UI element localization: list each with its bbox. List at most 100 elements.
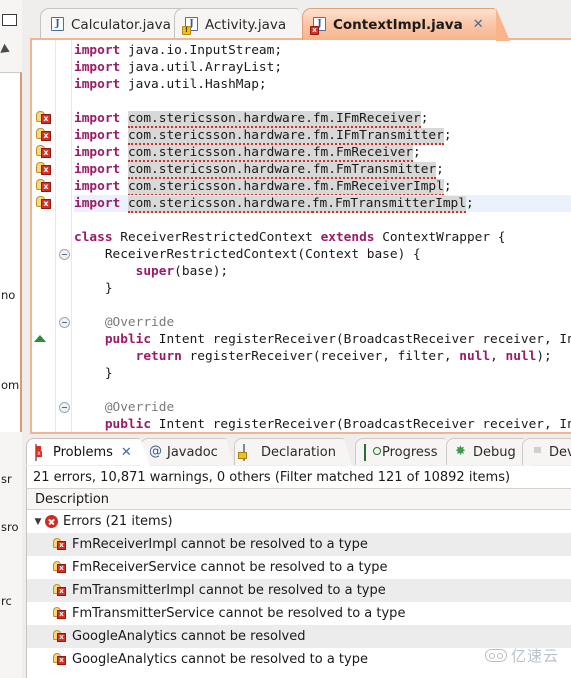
problem-row[interactable]: x FmTransmitterService cannot be resolved… (27, 602, 571, 625)
code-line: class ReceiverRestrictedContext extends … (74, 229, 571, 246)
code-line: import java.util.ArrayList; (74, 59, 571, 76)
code-token: java.util.HashMap; (127, 77, 267, 92)
explorer-lower-sliver (0, 432, 22, 678)
code-token: ; (465, 196, 474, 211)
editor-tab-label: Activity.java (205, 16, 287, 33)
quickfix-error-marker-icon[interactable]: x (36, 128, 51, 142)
code-token: import (74, 77, 128, 92)
code-token: import (74, 162, 128, 177)
quickfix-error-marker-icon[interactable]: x (36, 179, 51, 193)
code-line: @Override (74, 314, 571, 331)
problems-view: Problems ✕ @ Javadoc Declaration Progres… (22, 434, 571, 678)
code-token: java.util.ArrayList; (127, 60, 283, 75)
quickfix-error-marker-icon[interactable]: x (36, 196, 51, 210)
close-icon[interactable]: ✕ (473, 18, 484, 31)
code-token: null (459, 349, 491, 364)
code-token: ReceiverRestrictedContext (120, 230, 321, 245)
problem-row[interactable]: x FmTransmitterImpl cannot be resolved to… (27, 579, 571, 602)
code-token: fm.FmTransmitterImpl (311, 196, 466, 213)
problem-description: GoogleAnalytics cannot be resolved to a … (72, 652, 368, 667)
package-explorer-sliver[interactable]: no om sr sro rc (0, 0, 22, 678)
code-token: return (135, 349, 190, 364)
code-token: ); (536, 349, 552, 364)
problem-description: FmTransmitterService cannot be resolved … (72, 606, 406, 621)
code-line: import com.stericsson.hardware.fm.FmRece… (74, 144, 571, 162)
quickfix-error-marker-icon[interactable]: x (36, 162, 51, 176)
code-line: } (74, 280, 571, 297)
folding-gutter[interactable] (56, 40, 72, 432)
code-token: public (104, 417, 159, 432)
error-marker-icon: x (53, 653, 67, 666)
problem-description: FmReceiverImpl cannot be resolved to a t… (72, 537, 368, 552)
column-header-description[interactable]: Description (26, 488, 571, 510)
code-token: com.stericsson.hardware.fm.IFmTransmitte… (127, 128, 444, 145)
editor-tab-label: ContextImpl.java (333, 16, 463, 33)
code-token: public (104, 332, 159, 347)
error-icon (45, 515, 58, 528)
editor-tab-contextimpl[interactable]: x ContextImpl.java ✕ (302, 8, 510, 41)
view-tab-label: Javadoc (167, 444, 218, 460)
restore-view-icon[interactable] (0, 43, 12, 57)
editor-area: Calculator.java ! Activity.java x Contex… (22, 0, 571, 434)
problem-description: FmReceiverService cannot be resolved to … (72, 560, 388, 575)
quickfix-error-marker-icon[interactable]: x (36, 111, 51, 125)
code-editor-panel[interactable]: xxxxxx import java.io.InputStream; import… (30, 38, 571, 434)
code-token: extends (320, 230, 383, 245)
view-tab-label: Progress (382, 444, 438, 460)
code-line: public Intent registerReceiver(Broadcast… (74, 416, 571, 432)
code-token: } (74, 281, 113, 296)
fold-collapse-icon[interactable] (59, 402, 70, 413)
code-token: import (74, 128, 128, 143)
code-line: super(base); (74, 263, 571, 280)
code-line: import com.stericsson.hardware.fm.FmTran… (74, 195, 571, 213)
fold-collapse-icon[interactable] (59, 249, 70, 260)
error-marker-icon: x (53, 584, 67, 597)
error-marker-icon: x (53, 561, 67, 574)
chevron-down-icon[interactable]: ▼ (31, 517, 45, 527)
tab-declaration[interactable]: Declaration (234, 438, 352, 466)
tab-javadoc[interactable]: @ Javadoc (140, 438, 234, 466)
quickfix-error-marker-icon[interactable]: x (36, 145, 51, 159)
java-file-icon (51, 17, 65, 32)
code-token: ; (436, 162, 444, 177)
code-token: ; (443, 179, 452, 194)
problem-description: FmTransmitterImpl cannot be resolved to … (72, 583, 386, 598)
implements-override-icon (34, 335, 46, 342)
close-icon[interactable]: ✕ (121, 446, 132, 459)
tab-problems[interactable]: Problems ✕ (26, 438, 150, 466)
editor-tab-activity[interactable]: ! Activity.java (174, 8, 308, 41)
editor-tab-calculator[interactable]: Calculator.java (40, 8, 192, 41)
view-tab-bar: Problems ✕ @ Javadoc Declaration Progres… (22, 438, 571, 466)
code-line: import com.stericsson.hardware.fm.FmTran… (74, 161, 571, 179)
code-token: import (74, 179, 128, 194)
fold-collapse-icon[interactable] (59, 317, 70, 328)
code-token: java.io.InputStream; (127, 43, 283, 58)
code-token: com.stericsson.hardware. (127, 196, 313, 213)
problem-row[interactable]: x FmReceiverImpl cannot be resolved to a … (27, 533, 571, 556)
tab-devices[interactable]: Devices (522, 438, 571, 465)
tab-progress[interactable]: Progress (355, 438, 455, 466)
code-line: import java.util.HashMap; (74, 76, 571, 93)
editor-tab-label: Calculator.java (71, 16, 171, 33)
tab-debug[interactable]: ✸ Debug (446, 438, 532, 466)
code-token: import (74, 196, 128, 211)
device-icon (531, 445, 545, 459)
code-token: import (74, 60, 128, 75)
marker-gutter[interactable] (32, 40, 56, 432)
problem-row[interactable]: x FmReceiverService cannot be resolved to… (27, 556, 571, 579)
code-line: @Override (74, 399, 571, 416)
view-tab-label: Debug (473, 444, 516, 460)
problems-group-row[interactable]: ▼ Errors (21 items) (27, 510, 571, 533)
minimize-view-icon[interactable] (2, 14, 17, 26)
eclipse-ide-window: no om sr sro rc Calculator.java ! Activity.j… (0, 0, 571, 678)
explorer-text-fragment: no (1, 288, 16, 302)
explorer-text-fragment: om (1, 378, 20, 392)
progress-icon (364, 444, 378, 461)
code-token: ContextWrapper { (382, 230, 506, 245)
source-code-text[interactable]: import java.io.InputStream; import java.u… (74, 42, 571, 432)
